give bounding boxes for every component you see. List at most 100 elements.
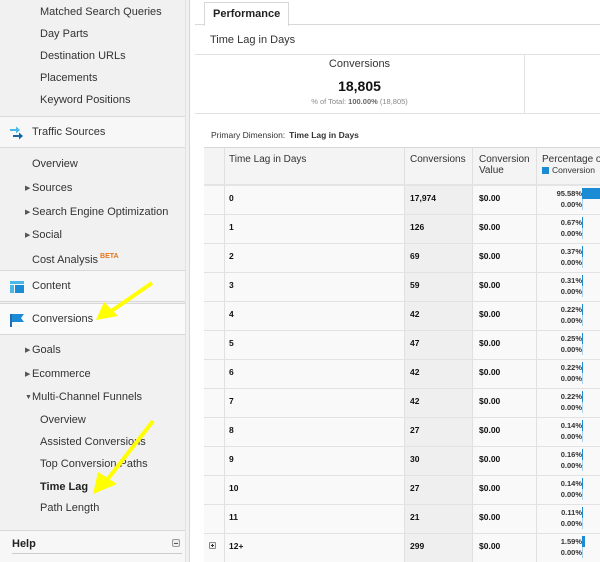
pct-conversions: 0.16% [560,450,582,459]
cell-conversions: 27 [410,483,420,493]
nav-placements[interactable]: Placements [40,67,97,89]
table-row[interactable]: 1 126 $0.00 0.67% 0.00% [204,215,600,244]
conversions-share-bar [582,478,583,489]
expand-row-icon[interactable] [209,542,216,549]
cell-time-lag[interactable]: 9 [229,454,234,464]
nav-conv-goals[interactable]: ▶ Goals [25,339,61,361]
expand-triangle-icon: ▶ [25,209,31,216]
primary-dimension-value[interactable]: Time Lag in Days [289,130,359,140]
nav-destination-urls[interactable]: Destination URLs [40,45,126,67]
expand-triangle-icon: ▶ [25,185,31,192]
cell-time-lag[interactable]: 8 [229,425,234,435]
nav-ts-seo[interactable]: ▶ Search Engine Optimization [25,201,168,223]
header-percentage[interactable]: Percentage o Conversion [542,154,600,176]
traffic-sources-icon [10,126,23,140]
nav-mcf-path-length[interactable]: Path Length [40,497,99,519]
conversions-share-bar [582,246,583,257]
nav-mcf-top-conversion-paths[interactable]: Top Conversion Paths [40,453,148,475]
pct-value: 0.00% [560,316,582,325]
nav-ts-social[interactable]: ▶ Social [25,224,62,246]
table-row[interactable]: 11 21 $0.00 0.11% 0.00% [204,505,600,534]
table-row[interactable]: 12+ 299 $0.00 1.59% 0.00% [204,534,600,562]
header-conversion-value[interactable]: Conversion Value [479,154,530,176]
nav-mcf-overview[interactable]: Overview [40,409,86,431]
header-time-lag[interactable]: Time Lag in Days [229,154,306,165]
nav-section-content[interactable]: Content [0,270,186,302]
collapse-help-icon[interactable] [172,539,180,547]
nav-cost-analysis-label: Cost Analysis [32,254,99,266]
pct-conversions: 0.37% [560,247,582,256]
value-share-bar [582,315,583,326]
cell-time-lag[interactable]: 4 [229,309,234,319]
primary-dimension-label: Primary Dimension: [211,130,286,140]
cell-time-lag[interactable]: 6 [229,367,234,377]
table-row[interactable]: 3 59 $0.00 0.31% 0.00% [204,273,600,302]
nav-conv-mcf[interactable]: ▼Multi-Channel Funnels [25,386,142,408]
nav-matched-search-queries[interactable]: Matched Search Queries [40,1,162,23]
cell-conversion-value: $0.00 [479,454,501,464]
nav-ts-overview[interactable]: Overview [32,153,78,175]
cell-conversion-value: $0.00 [479,425,501,435]
table-row[interactable]: 9 30 $0.00 0.16% 0.00% [204,447,600,476]
nav-section-conversions[interactable]: Conversions [0,303,186,335]
conversions-share-bar [582,275,583,286]
cell-conversion-value: $0.00 [479,483,501,493]
tab-performance[interactable]: Performance [204,2,290,26]
cell-time-lag[interactable]: 3 [229,280,234,290]
help-divider [12,553,182,554]
nav-keyword-positions[interactable]: Keyword Positions [40,89,131,111]
help-panel: Help [0,530,186,562]
tab-bar: Performance [195,0,600,26]
cell-time-lag[interactable]: 12+ [229,541,243,551]
nav-mcf-assisted-conversions[interactable]: Assisted Conversions [40,431,146,453]
nav-day-parts[interactable]: Day Parts [40,23,88,45]
cell-conversion-value: $0.00 [479,338,501,348]
nav-ts-sources[interactable]: ▶ Sources [25,177,72,199]
table-row[interactable]: 4 42 $0.00 0.22% 0.00% [204,302,600,331]
nav-conv-ecommerce[interactable]: ▶ Ecommerce [25,363,91,385]
pct-value: 0.00% [560,287,582,296]
cell-conversion-value: $0.00 [479,251,501,261]
table-row[interactable]: 5 47 $0.00 0.25% 0.00% [204,331,600,360]
table-row[interactable]: 7 42 $0.00 0.22% 0.00% [204,389,600,418]
pct-conversions: 0.11% [561,508,582,517]
sc-sub-pct: 100.00% [348,97,378,106]
cell-time-lag[interactable]: 1 [229,222,234,232]
cell-time-lag[interactable]: 0 [229,193,234,203]
pct-conversions: 0.22% [560,392,582,401]
value-share-bar [582,199,583,210]
cell-conversions: 21 [410,512,420,522]
cell-time-lag[interactable]: 2 [229,251,234,261]
cell-time-lag[interactable]: 7 [229,396,234,406]
cell-conversions: 42 [410,309,420,319]
pct-value: 0.00% [560,490,582,499]
cell-percentages: 0.25% 0.00% [561,333,582,355]
cell-time-lag[interactable]: 10 [229,483,238,493]
cell-percentages: 0.31% 0.00% [561,275,582,297]
table-row[interactable]: 2 69 $0.00 0.37% 0.00% [204,244,600,273]
cell-conversions: 30 [410,454,420,464]
table-row[interactable]: 8 27 $0.00 0.14% 0.00% [204,418,600,447]
cell-time-lag[interactable]: 5 [229,338,234,348]
content-icon [10,281,24,293]
cell-percentages: 0.22% 0.00% [561,362,582,384]
nav-ts-cost-analysis[interactable]: Cost Analysis BETA [32,246,119,268]
conversions-share-bar [582,420,583,431]
data-table: Time Lag in Days Conversions Conversion V… [204,147,600,562]
cell-conversions: 27 [410,425,420,435]
value-share-bar [582,547,583,558]
table-row[interactable]: 10 27 $0.00 0.14% 0.00% [204,476,600,505]
cell-percentages: 0.22% 0.00% [561,304,582,326]
sidebar: Matched Search Queries Day Parts Destina… [0,0,190,562]
table-row[interactable]: 0 17,974 $0.00 95.58% 0.00% [204,186,600,215]
value-share-bar [582,402,583,413]
expand-triangle-icon: ▶ [25,347,31,354]
nav-section-traffic-sources[interactable]: Traffic Sources [0,116,186,148]
table-row[interactable]: 6 42 $0.00 0.22% 0.00% [204,360,600,389]
cell-conversion-value: $0.00 [479,222,501,232]
pct-conversions: 0.67% [560,218,582,227]
cell-time-lag[interactable]: 11 [229,512,238,522]
header-conversions[interactable]: Conversions [410,154,466,165]
nav-mcf-time-lag[interactable]: Time Lag [40,476,88,498]
cell-percentages: 95.58% 0.00% [557,188,582,210]
